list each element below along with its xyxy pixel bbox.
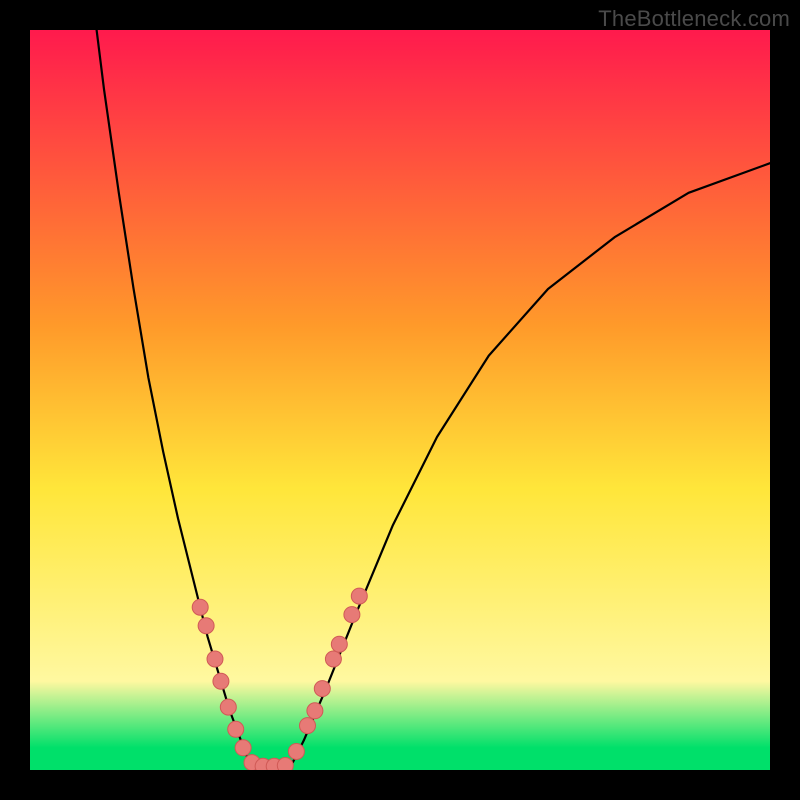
- bottleneck-chart: [30, 30, 770, 770]
- data-marker: [228, 721, 244, 737]
- data-marker: [192, 599, 208, 615]
- data-marker: [207, 651, 223, 667]
- data-marker: [288, 744, 304, 760]
- data-marker: [344, 607, 360, 623]
- data-marker: [235, 740, 251, 756]
- data-marker: [325, 651, 341, 667]
- watermark-text: TheBottleneck.com: [598, 6, 790, 32]
- data-marker: [307, 703, 323, 719]
- data-marker: [351, 588, 367, 604]
- chart-frame: { "watermark": "TheBottleneck.com", "col…: [0, 0, 800, 800]
- data-marker: [220, 699, 236, 715]
- data-marker: [277, 758, 293, 770]
- data-marker: [314, 681, 330, 697]
- data-marker: [300, 718, 316, 734]
- gradient-background: [30, 30, 770, 770]
- data-marker: [213, 673, 229, 689]
- plot-area: [30, 30, 770, 770]
- data-marker: [198, 618, 214, 634]
- data-marker: [331, 636, 347, 652]
